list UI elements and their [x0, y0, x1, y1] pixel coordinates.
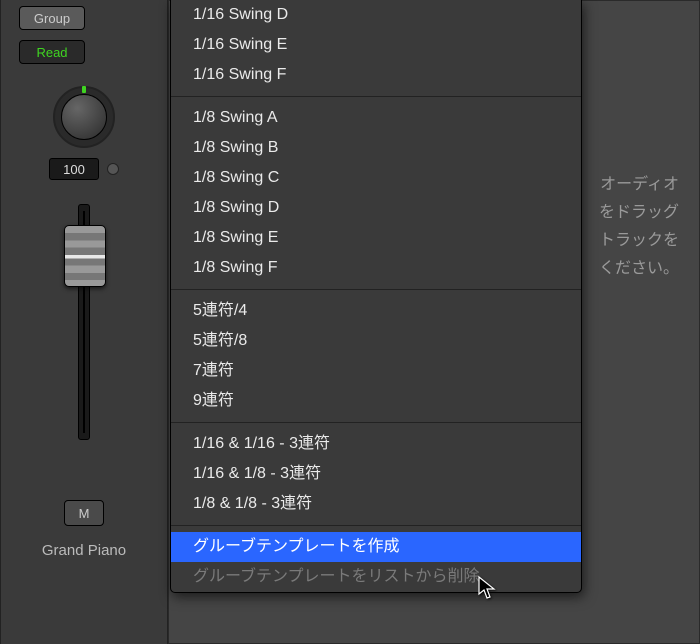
menu-divider: [171, 422, 581, 423]
menu-item[interactable]: 1/8 Swing E: [171, 223, 581, 253]
menu-section: 5連符/4 5連符/8 7連符 9連符: [171, 296, 581, 416]
menu-item[interactable]: 1/8 Swing A: [171, 103, 581, 133]
menu-item[interactable]: 1/8 Swing C: [171, 163, 581, 193]
menu-item[interactable]: 1/8 Swing B: [171, 133, 581, 163]
menu-item[interactable]: 1/8 & 1/8 - 3連符: [171, 489, 581, 519]
group-button[interactable]: Group: [19, 6, 85, 30]
menu-item[interactable]: 1/8 Swing D: [171, 193, 581, 223]
channel-strip: Group Read 100 M Grand Piano: [0, 0, 168, 644]
menu-item[interactable]: 9連符: [171, 386, 581, 416]
menu-item-create-template[interactable]: グルーブテンプレートを作成: [171, 532, 581, 562]
pan-indicator-dot: [107, 163, 119, 175]
menu-section: 1/8 Swing A 1/8 Swing B 1/8 Swing C 1/8 …: [171, 103, 581, 283]
pan-value-field[interactable]: 100: [49, 158, 99, 180]
menu-item[interactable]: 1/16 & 1/16 - 3連符: [171, 429, 581, 459]
mute-button[interactable]: M: [64, 500, 104, 526]
menu-divider: [171, 96, 581, 97]
pan-knob[interactable]: [53, 86, 115, 148]
menu-divider: [171, 289, 581, 290]
menu-item[interactable]: 7連符: [171, 356, 581, 386]
menu-item-delete-template: グルーブテンプレートをリストから削除: [171, 562, 581, 592]
menu-section: 1/16 & 1/16 - 3連符 1/16 & 1/8 - 3連符 1/8 &…: [171, 429, 581, 519]
menu-item[interactable]: 1/16 Swing D: [171, 0, 581, 30]
menu-item[interactable]: 5連符/8: [171, 326, 581, 356]
menu-item[interactable]: 1/8 Swing F: [171, 253, 581, 283]
track-name-label: Grand Piano: [13, 542, 155, 559]
menu-item[interactable]: 1/16 Swing F: [171, 60, 581, 90]
menu-item[interactable]: 1/16 Swing E: [171, 30, 581, 60]
quantize-menu[interactable]: 1/16 Swing D 1/16 Swing E 1/16 Swing F 1…: [170, 0, 582, 593]
volume-fader-track[interactable]: [78, 204, 90, 440]
volume-fader-cap[interactable]: [64, 225, 106, 287]
menu-divider: [171, 525, 581, 526]
menu-section: 1/16 Swing D 1/16 Swing E 1/16 Swing F: [171, 0, 581, 90]
helper-text: オーディオ をドラッグ トラックを ください。: [599, 171, 679, 283]
menu-item[interactable]: 1/16 & 1/8 - 3連符: [171, 459, 581, 489]
automation-read-button[interactable]: Read: [19, 40, 85, 64]
menu-item[interactable]: 5連符/4: [171, 296, 581, 326]
